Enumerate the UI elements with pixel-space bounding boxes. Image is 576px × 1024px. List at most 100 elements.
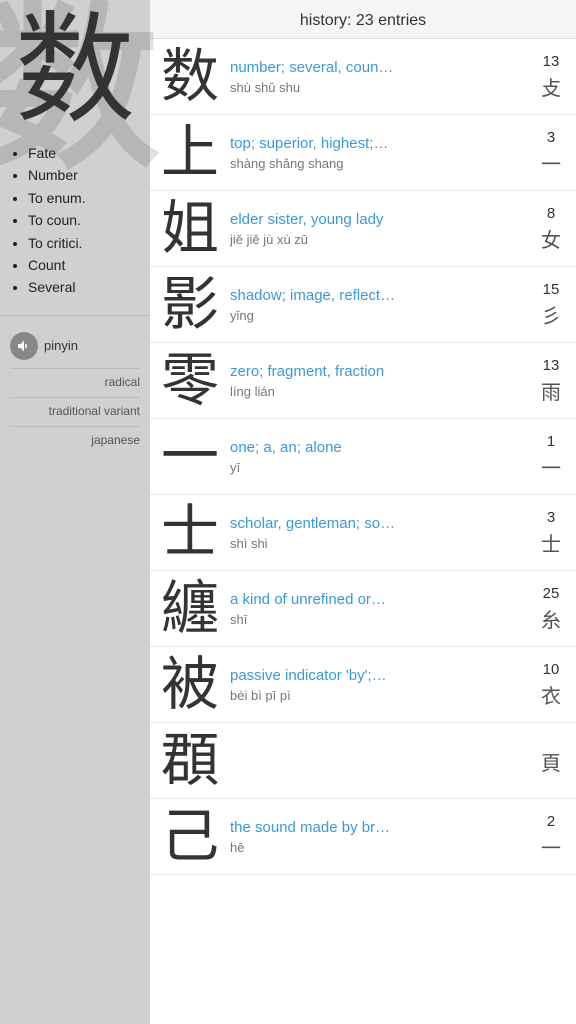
entry-middle: top; superior, highest;… shàng shǎng shan… [224, 134, 536, 171]
entry-strokes: 3 [547, 129, 555, 146]
entry-meaning: zero; fragment, fraction [230, 362, 530, 382]
sidebar-divider-2 [10, 368, 140, 369]
entry-middle: scholar, gentleman; so… shì shi [224, 514, 536, 551]
sidebar-divider-3 [10, 397, 140, 398]
entry-kanji-char: 士 [156, 504, 224, 562]
entry-radical: 女 [541, 224, 561, 253]
entry-list[interactable]: 数number; several, coun…shù shǔ shu13攴上to… [150, 39, 576, 1024]
table-row[interactable]: 上 top; superior, highest;… shàng shǎng sha… [150, 115, 576, 191]
sidebar-main-char: 数 [0, 0, 150, 130]
entry-middle: a kind of unrefined or…shī [224, 590, 536, 627]
table-row[interactable]: 数number; several, coun…shù shǔ shu 13 攴 [150, 39, 576, 115]
entry-kanji-char: 一 [156, 428, 224, 486]
meaning-item: Several [28, 276, 140, 298]
entry-meaning: scholar, gentleman; so… [230, 514, 530, 534]
entry-strokes: 1 [547, 433, 555, 450]
traditional-variant-row: traditional variant [10, 404, 140, 418]
radical-row: radical [10, 375, 140, 389]
pinyin-label: pinyin [44, 338, 78, 353]
table-row[interactable]: 姐elder sister, young ladyjiě jiě jù xù z… [150, 191, 576, 267]
entry-middle: the sound made by br… hē [224, 818, 536, 855]
entry-right: 1一 [536, 433, 566, 481]
entry-pinyin: shì shi [230, 536, 530, 551]
entry-kanji-char: 被 [156, 656, 224, 714]
entry-pinyin: shù shǔ shu [230, 80, 530, 95]
entry-radical: 雨 [541, 376, 561, 405]
speaker-icon[interactable] [10, 332, 38, 360]
entry-radical: 糸 [541, 604, 561, 633]
entry-strokes: 8 [547, 205, 555, 222]
traditional-variant-label: traditional variant [10, 404, 140, 418]
entry-meaning: the sound made by br… [230, 818, 530, 838]
entry-right: 15 彡 [536, 281, 566, 329]
entry-middle [224, 760, 536, 762]
entry-pinyin: yī [230, 460, 530, 475]
entry-radical: 一 [541, 148, 561, 177]
entry-right: 25糸 [536, 585, 566, 633]
meaning-item: To coun. [28, 209, 140, 231]
meaning-item: Number [28, 164, 140, 186]
table-row[interactable]: 零 zero; fragment, fraction líng lián 13 雨 [150, 343, 576, 419]
entry-right: 8女 [536, 205, 566, 253]
entry-meaning: top; superior, highest;… [230, 134, 530, 154]
entry-radical: 士 [541, 528, 561, 557]
entry-pinyin: bèi bì pī pì [230, 688, 530, 703]
entry-kanji-char: 上 [156, 124, 224, 182]
entry-middle: number; several, coun…shù shǔ shu [224, 58, 536, 95]
entry-meaning: shadow; image, reflect… [230, 286, 530, 306]
sidebar: 数 数 FateNumberTo enum.To coun.To critici… [0, 0, 150, 1024]
table-row[interactable]: 纏a kind of unrefined or…shī25糸 [150, 571, 576, 647]
entry-strokes: 15 [543, 281, 560, 298]
sidebar-pinyin-row[interactable]: pinyin [10, 332, 140, 360]
entry-strokes: 13 [543, 53, 560, 70]
entry-pinyin: hē [230, 840, 530, 855]
main-content: history: 23 entries 数number; several, co… [150, 0, 576, 1024]
entry-radical: 衣 [541, 680, 561, 709]
entry-pinyin: jiě jiě jù xù zū [230, 232, 530, 247]
sidebar-info: pinyin radical traditional variant japan… [0, 322, 150, 461]
table-row[interactable]: 一one; a, an; aloneyī1一 [150, 419, 576, 495]
entry-middle: elder sister, young ladyjiě jiě jù xù zū [224, 210, 536, 247]
entry-right: 3一 [536, 129, 566, 177]
japanese-label: japanese [10, 433, 140, 447]
sidebar-divider-1 [0, 315, 150, 316]
entry-kanji-char: 零 [156, 352, 224, 410]
entry-strokes: 10 [543, 661, 560, 678]
japanese-row: japanese [10, 433, 140, 447]
entry-middle: one; a, an; aloneyī [224, 438, 536, 475]
sidebar-divider-4 [10, 426, 140, 427]
entry-radical: 頁 [541, 747, 561, 776]
entry-radical: 彡 [541, 300, 561, 329]
table-row[interactable]: 影shadow; image, reflect…yǐng15彡 [150, 267, 576, 343]
entry-middle: shadow; image, reflect… yǐng [224, 286, 536, 323]
entry-strokes: 13 [543, 357, 560, 374]
entry-kanji-char: 姐 [156, 200, 224, 258]
entry-pinyin: líng lián [230, 384, 530, 399]
entry-kanji-char: 纏 [156, 580, 224, 638]
entry-pinyin: yǐng [230, 308, 530, 323]
entry-meaning: a kind of unrefined or… [230, 590, 530, 610]
entry-radical: 一 [541, 452, 561, 481]
history-title: history: 23 entries [300, 12, 426, 29]
entry-meaning: passive indicator 'by';… [230, 666, 530, 686]
entry-radical: 攴 [541, 72, 561, 101]
entry-radical: 一 [541, 832, 561, 861]
meaning-item: To critici. [28, 232, 140, 254]
entry-kanji-char: 数 [156, 48, 224, 106]
entry-pinyin: shàng shǎng shang [230, 156, 530, 171]
entry-middle: zero; fragment, fraction líng lián [224, 362, 536, 399]
table-row[interactable]: 被 passive indicator 'by';… bèi bì pī pì 10 衣 [150, 647, 576, 723]
entry-right: 頁 [536, 745, 566, 776]
radical-label: radical [10, 375, 140, 389]
entry-right: 10 衣 [536, 661, 566, 709]
sidebar-meanings: FateNumberTo enum.To coun.To critici.Cou… [0, 130, 150, 309]
entry-right: 13 攴 [536, 53, 566, 101]
meaning-item: Fate [28, 142, 140, 164]
table-row[interactable]: 士scholar, gentleman; so…shì shi3士 [150, 495, 576, 571]
entry-right: 13 雨 [536, 357, 566, 405]
meaning-item: To enum. [28, 187, 140, 209]
entry-right: 2一 [536, 813, 566, 861]
entry-strokes: 2 [547, 813, 555, 830]
table-row[interactable]: 頵頁 [150, 723, 576, 799]
table-row[interactable]: 己the sound made by br…hē2一 [150, 799, 576, 875]
